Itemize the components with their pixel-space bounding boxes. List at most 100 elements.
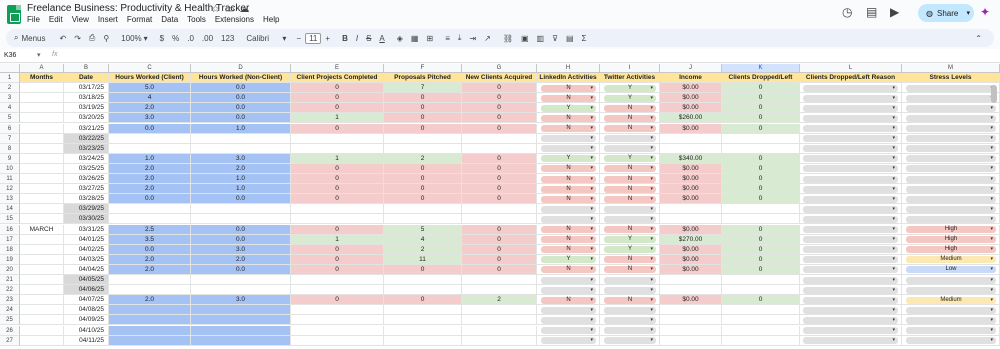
dropdown-arrow-icon[interactable]: ▾ [590,85,593,92]
reason-dropdown[interactable]: ▾ [803,114,898,122]
reason-dropdown[interactable]: ▾ [803,337,898,345]
dropdown-arrow-icon[interactable]: ▾ [650,317,653,324]
dropdown-arrow-icon[interactable]: ▾ [892,206,895,213]
dropdown-arrow-icon[interactable]: ▾ [590,297,593,304]
reason-dropdown[interactable]: ▾ [803,84,898,92]
linkedin-dropdown[interactable]: Y ▾ [541,155,596,163]
reason-dropdown[interactable]: ▾ [803,125,898,132]
collapse-toolbar-icon[interactable]: ⌃ [975,34,982,43]
column-header-f[interactable]: F [384,64,462,73]
redo-icon[interactable]: ↷ [74,34,81,43]
stress-dropdown[interactable]: High ▾ [906,246,996,254]
reason-dropdown[interactable]: ▾ [803,185,898,193]
dropdown-arrow-icon[interactable]: ▾ [590,115,593,122]
dropdown-arrow-icon[interactable]: ▾ [990,287,993,294]
linkedin-dropdown[interactable]: N ▾ [541,175,596,183]
dropdown-arrow-icon[interactable]: ▾ [892,297,895,304]
italic-icon[interactable]: I [356,34,358,43]
linkedin-dropdown[interactable]: N ▾ [541,246,596,254]
dropdown-arrow-icon[interactable]: ▾ [590,105,593,112]
twitter-dropdown[interactable]: ▾ [604,337,656,345]
paint-format-icon[interactable]: ⚲ [103,34,109,43]
dropdown-arrow-icon[interactable]: ▾ [590,337,593,344]
reason-dropdown[interactable]: ▾ [803,104,898,112]
dropdown-arrow-icon[interactable]: ▾ [892,327,895,334]
row-header[interactable]: 13 [0,194,20,205]
row-header[interactable]: 17 [0,234,20,245]
comment-add-icon[interactable]: ▣ [521,34,529,43]
twitter-dropdown[interactable]: ▾ [604,286,656,294]
row-header[interactable]: 23 [0,295,20,306]
linkedin-dropdown[interactable]: N ▾ [541,296,596,304]
twitter-dropdown[interactable]: ▾ [604,276,656,284]
text-color-icon[interactable]: A [379,34,384,43]
number-format-button[interactable]: 123 [221,34,234,43]
dropdown-arrow-icon[interactable]: ▾ [990,256,993,263]
dropdown-arrow-icon[interactable]: ▾ [990,176,993,183]
fill-color-icon[interactable]: ◈ [397,34,403,43]
column-header-d[interactable]: D [191,64,291,73]
dropdown-arrow-icon[interactable]: ▾ [892,266,895,273]
stress-dropdown[interactable]: ▾ [906,195,996,203]
dropdown-arrow-icon[interactable]: ▾ [650,135,653,142]
dropdown-arrow-icon[interactable]: ▾ [892,85,895,92]
dropdown-arrow-icon[interactable]: ▾ [892,236,895,243]
dropdown-arrow-icon[interactable]: ▾ [990,135,993,142]
row-header[interactable]: 18 [0,244,20,255]
stress-dropdown[interactable]: ▾ [906,94,996,102]
strikethrough-icon[interactable]: S [366,34,371,43]
dropdown-arrow-icon[interactable]: ▾ [650,196,653,203]
stress-dropdown[interactable]: High ▾ [906,226,996,233]
dropdown-arrow-icon[interactable]: ▾ [650,307,653,314]
reason-dropdown[interactable]: ▾ [803,236,898,244]
twitter-dropdown[interactable]: N ▾ [604,104,656,112]
dropdown-arrow-icon[interactable]: ▾ [650,216,653,223]
stress-dropdown[interactable]: ▾ [906,145,996,153]
row-header[interactable]: 8 [0,143,20,154]
menus-search[interactable]: Menus [21,34,45,43]
text-wrap-icon[interactable]: ⇥ [469,34,476,43]
reason-dropdown[interactable]: ▾ [803,195,898,203]
stress-dropdown[interactable]: ▾ [906,175,996,183]
row-header[interactable]: 15 [0,214,20,225]
twitter-dropdown[interactable]: Y ▾ [604,155,656,163]
dropdown-arrow-icon[interactable]: ▾ [650,125,653,132]
stress-dropdown[interactable]: ▾ [906,84,996,92]
dropdown-arrow-icon[interactable]: ▾ [590,145,593,152]
dropdown-arrow-icon[interactable]: ▾ [650,165,653,172]
dropdown-arrow-icon[interactable]: ▾ [892,165,895,172]
column-header-c[interactable]: C [109,64,191,73]
stress-dropdown[interactable]: ▾ [906,215,996,223]
reason-dropdown[interactable]: ▾ [803,276,898,284]
row-header[interactable]: 24 [0,305,20,316]
menu-help[interactable]: Help [263,15,279,24]
row-header[interactable]: 14 [0,204,20,215]
dropdown-arrow-icon[interactable]: ▾ [990,145,993,152]
select-all-corner[interactable] [0,64,20,73]
row-header[interactable]: 26 [0,325,20,336]
menu-insert[interactable]: Insert [98,15,118,24]
vertical-align-icon[interactable]: ⤓ [458,33,462,43]
linkedin-dropdown[interactable]: ▾ [541,316,596,324]
reason-dropdown[interactable]: ▾ [803,246,898,254]
stress-dropdown[interactable]: ▾ [906,135,996,143]
dropdown-arrow-icon[interactable]: ▾ [892,277,895,284]
dropdown-arrow-icon[interactable]: ▾ [590,327,593,334]
font-size-increase-icon[interactable]: + [325,34,330,43]
column-header-h[interactable]: H [537,64,600,73]
dropdown-arrow-icon[interactable]: ▾ [650,145,653,152]
undo-icon[interactable]: ↶ [60,34,67,43]
filter-icon[interactable]: ⊽ [552,34,558,43]
row-header[interactable]: 10 [0,163,20,174]
linkedin-dropdown[interactable]: N ▾ [541,236,596,244]
column-header-g[interactable]: G [462,64,537,73]
borders-icon[interactable]: ▦ [411,34,419,43]
reason-dropdown[interactable]: ▾ [803,286,898,294]
dropdown-arrow-icon[interactable]: ▾ [590,135,593,142]
reason-dropdown[interactable]: ▾ [803,306,898,314]
twitter-dropdown[interactable]: ▾ [604,327,656,334]
dropdown-arrow-icon[interactable]: ▾ [650,337,653,344]
folder-icon[interactable]: ▭ [225,4,239,15]
dropdown-arrow-icon[interactable]: ▾ [650,226,653,233]
reason-dropdown[interactable]: ▾ [803,205,898,213]
